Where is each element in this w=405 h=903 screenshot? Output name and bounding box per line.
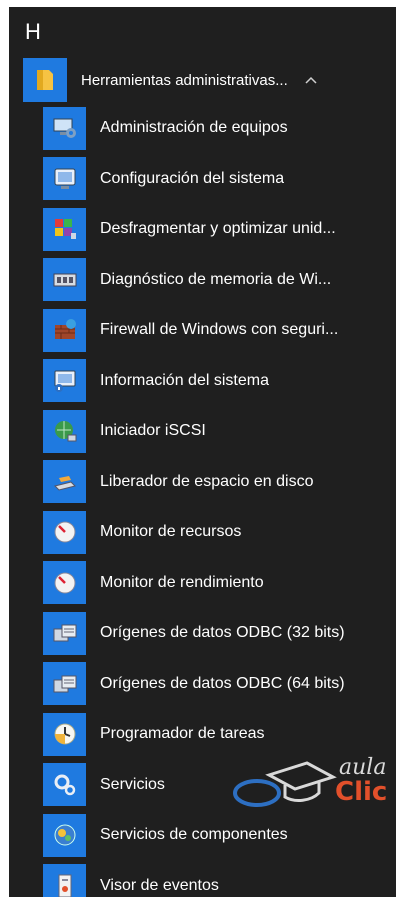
odbc-32-icon	[43, 611, 86, 655]
list-item-desfragmentar[interactable]: Desfragmentar y optimizar unid...	[43, 204, 396, 255]
list-item-label: Servicios	[100, 775, 165, 793]
memory-diagnostic-icon	[43, 258, 86, 302]
defragment-icon	[43, 207, 86, 251]
list-item-label: Servicios de componentes	[100, 826, 288, 844]
component-services-icon	[43, 813, 86, 857]
list-item-iniciador-iscsi[interactable]: Iniciador iSCSI	[43, 406, 396, 457]
list-item-diagnostico-de-memoria[interactable]: Diagnóstico de memoria de Wi...	[43, 255, 396, 306]
watermark-text-clic: Clic	[335, 777, 388, 807]
system-configuration-icon	[43, 157, 86, 201]
graduation-cap-icon	[233, 761, 337, 807]
resource-monitor-icon	[43, 510, 86, 554]
list-item-informacion-del-sistema[interactable]: Información del sistema	[43, 356, 396, 407]
list-item-label: Monitor de recursos	[100, 523, 242, 541]
list-item-monitor-de-rendimiento[interactable]: Monitor de rendimiento	[43, 558, 396, 609]
list-item-label: Programador de tareas	[100, 725, 265, 743]
disk-cleanup-icon	[43, 460, 86, 504]
list-item-label: Orígenes de datos ODBC (64 bits)	[100, 674, 345, 692]
list-item-odbc-32[interactable]: Orígenes de datos ODBC (32 bits)	[43, 608, 396, 659]
list-item-monitor-de-recursos[interactable]: Monitor de recursos	[43, 507, 396, 558]
list-item-odbc-64[interactable]: Orígenes de datos ODBC (64 bits)	[43, 659, 396, 710]
system-information-icon	[43, 359, 86, 403]
list-item-configuracion-del-sistema[interactable]: Configuración del sistema	[43, 154, 396, 205]
list-item-label: Información del sistema	[100, 371, 269, 389]
list-item-liberador-de-espacio[interactable]: Liberador de espacio en disco	[43, 457, 396, 508]
start-menu-panel: H Herramientas administrativas... Admini…	[9, 7, 396, 897]
list-item-label: Desfragmentar y optimizar unid...	[100, 220, 336, 238]
section-letter-header[interactable]: H	[25, 19, 41, 45]
list-item-label: Monitor de rendimiento	[100, 573, 264, 591]
list-item-label: Liberador de espacio en disco	[100, 472, 314, 490]
list-item-label: Firewall de Windows con seguri...	[100, 321, 339, 339]
list-item-firewall[interactable]: Firewall de Windows con seguri...	[43, 305, 396, 356]
list-item-label: Administración de equipos	[100, 119, 288, 137]
chevron-up-icon[interactable]	[304, 73, 318, 87]
performance-monitor-icon	[43, 561, 86, 605]
folder-herramientas-administrativas[interactable]: Herramientas administrativas...	[23, 57, 396, 103]
folder-icon	[23, 58, 67, 102]
firewall-icon	[43, 308, 86, 352]
odbc-64-icon	[43, 662, 86, 706]
services-icon	[43, 763, 86, 807]
computer-management-icon	[43, 106, 86, 150]
list-item-label: Iniciador iSCSI	[100, 422, 206, 440]
list-item-visor-de-eventos[interactable]: Visor de eventos	[43, 861, 396, 897]
list-item-servicios-de-componentes[interactable]: Servicios de componentes	[43, 810, 396, 861]
aulaclic-watermark: aula Clic	[229, 755, 396, 815]
list-item-label: Visor de eventos	[100, 876, 219, 894]
list-item-label: Configuración del sistema	[100, 169, 285, 187]
folder-label: Herramientas administrativas...	[81, 71, 288, 89]
iscsi-initiator-icon	[43, 409, 86, 453]
event-viewer-icon	[43, 864, 86, 897]
list-item-label: Diagnóstico de memoria de Wi...	[100, 270, 332, 288]
list-item-label: Orígenes de datos ODBC (32 bits)	[100, 624, 345, 642]
task-scheduler-icon	[43, 712, 86, 756]
list-item-programador-de-tareas[interactable]: Programador de tareas	[43, 709, 396, 760]
list-item-administracion-de-equipos[interactable]: Administración de equipos	[43, 103, 396, 154]
